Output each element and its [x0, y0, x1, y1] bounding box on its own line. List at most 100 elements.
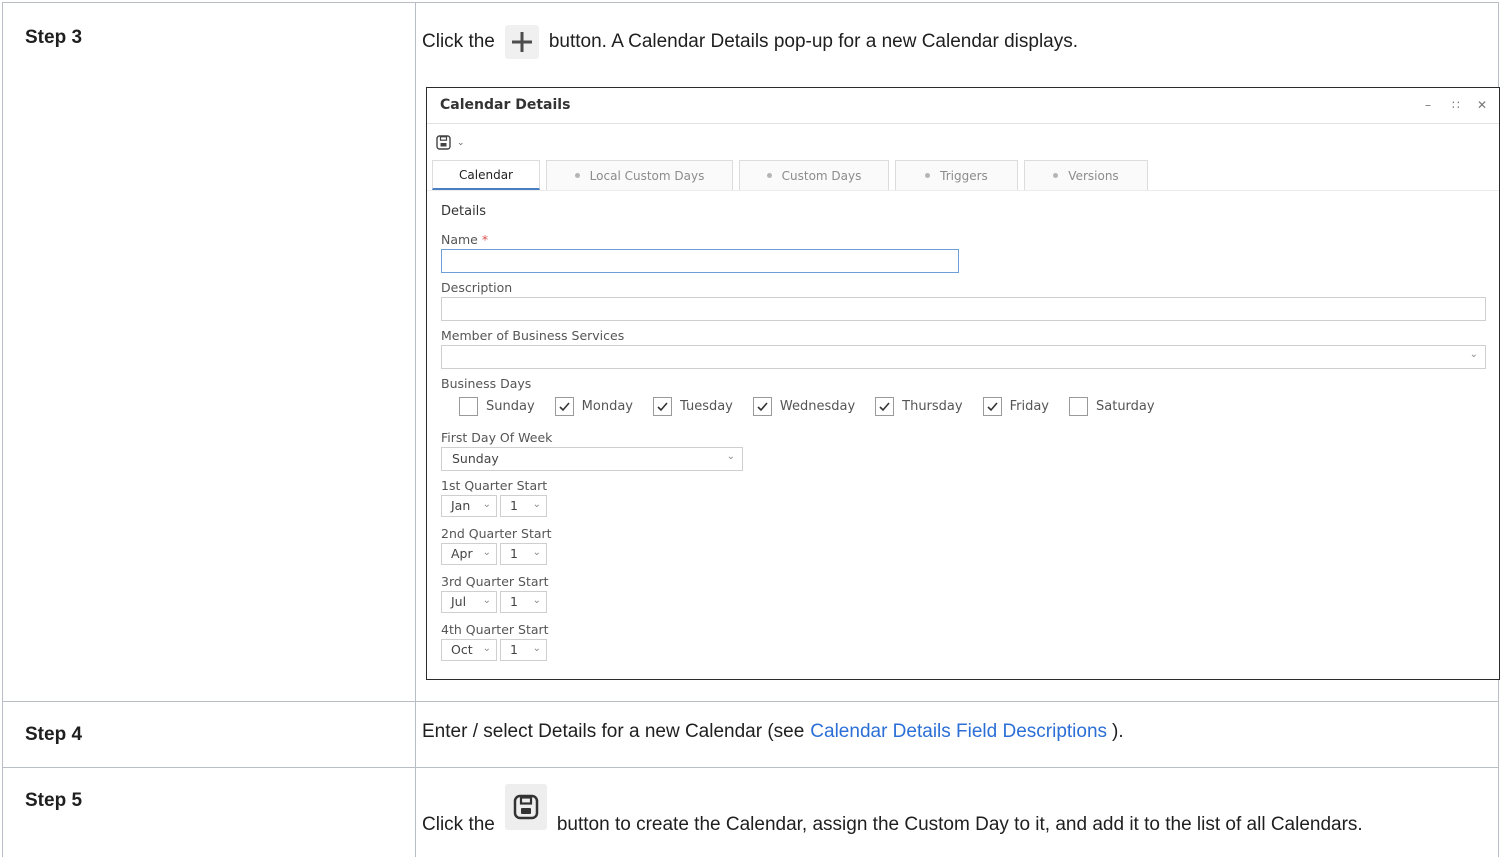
name-label-text: Name	[441, 232, 478, 247]
tab-local-custom-days[interactable]: Local Custom Days	[546, 160, 733, 190]
description-input[interactable]	[441, 297, 1486, 321]
name-label: Name *	[441, 232, 488, 247]
quarter-month-value: Jan	[451, 498, 471, 513]
quarter-4-label: 4th Quarter Start	[441, 622, 549, 637]
first-day-select-value: Sunday	[452, 451, 499, 466]
business-day-label: Sunday	[486, 399, 535, 414]
description-label: Description	[441, 280, 513, 295]
business-day-wednesday[interactable]: Wednesday	[752, 397, 855, 416]
tab-versions-label: Versions	[1068, 168, 1119, 183]
tab-dot-icon	[574, 173, 580, 178]
tab-calendar-label: Calendar	[459, 167, 513, 182]
checkmark-icon	[987, 402, 998, 412]
checkmark-icon	[757, 402, 768, 412]
chevron-down-icon[interactable]: ⌄	[457, 138, 465, 148]
required-mark: *	[481, 232, 489, 247]
tab-dot-icon	[925, 173, 931, 178]
business-day-label: Friday	[1009, 399, 1049, 414]
chevron-down-icon: ⌄	[482, 643, 491, 654]
tab-triggers[interactable]: Triggers	[895, 160, 1018, 190]
first-day-label: First Day Of Week	[441, 430, 553, 445]
calendar-details-dialog: Calendar Details – ∷ ✕ ⌄ Calendar Local …	[426, 87, 1500, 680]
maximize-icon[interactable]: ∷	[1452, 98, 1460, 112]
checkbox[interactable]	[982, 397, 1002, 416]
step-4-text-after: ).	[1112, 721, 1124, 742]
quarter-4-day-select[interactable]: 1 ⌄	[500, 639, 547, 661]
business-day-sunday[interactable]: Sunday	[459, 397, 535, 416]
checkbox[interactable]	[752, 397, 772, 416]
minimize-icon[interactable]: –	[1425, 98, 1431, 112]
save-icon[interactable]	[436, 135, 451, 150]
checkbox[interactable]	[875, 397, 895, 416]
quarter-2-month-select[interactable]: Apr ⌄	[441, 543, 497, 565]
step-3-text-before: Click the	[422, 31, 495, 52]
tab-triggers-label: Triggers	[940, 168, 988, 183]
add-button-image	[504, 25, 539, 59]
plus-icon	[511, 32, 532, 52]
business-day-label: Thursday	[902, 399, 963, 414]
chevron-down-icon: ⌄	[532, 595, 541, 606]
tab-custom-days-label: Custom Days	[781, 168, 862, 183]
checkbox[interactable]	[554, 397, 574, 416]
dialog-title: Calendar Details	[440, 97, 571, 113]
tab-versions[interactable]: Versions	[1024, 160, 1148, 190]
chevron-down-icon: ⌄	[1469, 349, 1478, 360]
business-day-label: Monday	[581, 399, 633, 414]
checkbox[interactable]	[652, 397, 672, 416]
quarter-day-value: 1	[510, 642, 518, 657]
checkbox[interactable]	[1069, 397, 1088, 416]
name-input[interactable]	[441, 249, 959, 273]
quarter-day-value: 1	[510, 498, 518, 513]
save-button-image	[504, 784, 547, 830]
quarter-2-label: 2nd Quarter Start	[441, 526, 552, 541]
business-day-label: Saturday	[1096, 399, 1155, 414]
tab-custom-days[interactable]: Custom Days	[739, 160, 889, 190]
step-5-label: Step 5	[25, 790, 83, 811]
quarter-day-value: 1	[510, 594, 518, 609]
step-3-label: Step 3	[25, 27, 83, 48]
quarter-3-month-select[interactable]: Jul ⌄	[441, 591, 497, 613]
step-4-label: Step 4	[25, 724, 83, 745]
step-3-label-cell: Step 3	[2, 2, 416, 702]
first-day-select[interactable]: Sunday ⌄	[441, 447, 743, 471]
dialog-toolbar: ⌄	[436, 135, 465, 150]
field-descriptions-link[interactable]: Calendar Details Field Descriptions	[810, 721, 1107, 743]
step-5-text-after: button to create the Calendar, assign th…	[556, 814, 1363, 835]
quarter-4-month-select[interactable]: Oct ⌄	[441, 639, 497, 661]
tabs-divider	[427, 190, 1499, 191]
quarter-3-day-select[interactable]: 1 ⌄	[500, 591, 547, 613]
chevron-down-icon: ⌄	[482, 595, 491, 606]
tab-dot-icon	[766, 173, 772, 178]
business-day-tuesday[interactable]: Tuesday	[652, 397, 733, 416]
quarter-3-label: 3rd Quarter Start	[441, 574, 549, 589]
step-4-content-cell: Enter / select Details for a new Calenda…	[415, 701, 1499, 768]
step-5-content-cell: Click the button to create the Calendar,…	[415, 767, 1499, 857]
business-day-monday[interactable]: Monday	[554, 397, 633, 416]
step-4-text: Enter / select Details for a new Calenda…	[422, 721, 1124, 743]
business-day-thursday[interactable]: Thursday	[875, 397, 963, 416]
quarter-month-value: Apr	[451, 546, 473, 561]
chevron-down-icon: ⌄	[532, 643, 541, 654]
member-select[interactable]: ⌄	[441, 345, 1486, 369]
quarter-2-day-select[interactable]: 1 ⌄	[500, 543, 547, 565]
step-5-label-cell: Step 5	[2, 767, 416, 857]
quarter-month-value: Jul	[451, 594, 467, 609]
tab-dot-icon	[1053, 173, 1059, 178]
chevron-down-icon: ⌄	[482, 547, 491, 558]
chevron-down-icon: ⌄	[532, 499, 541, 510]
checkmark-icon	[879, 402, 890, 412]
tab-local-custom-days-label: Local Custom Days	[589, 168, 705, 183]
quarter-1-month-select[interactable]: Jan ⌄	[441, 495, 497, 517]
step-4-label-cell: Step 4	[2, 701, 416, 768]
business-day-friday[interactable]: Friday	[982, 397, 1049, 416]
checkbox[interactable]	[459, 397, 478, 416]
save-icon	[513, 794, 539, 820]
step-4-text-before: Enter / select Details for a new Calenda…	[422, 721, 805, 742]
step-3-text-after: button. A Calendar Details pop-up for a …	[548, 31, 1079, 52]
business-day-saturday[interactable]: Saturday	[1069, 397, 1155, 416]
tab-calendar[interactable]: Calendar	[432, 160, 540, 190]
member-label: Member of Business Services	[441, 328, 625, 343]
business-days-group: Sunday Monday Tuesday Wednesday Thursday…	[459, 397, 1175, 416]
quarter-1-day-select[interactable]: 1 ⌄	[500, 495, 547, 517]
close-icon[interactable]: ✕	[1477, 98, 1487, 112]
